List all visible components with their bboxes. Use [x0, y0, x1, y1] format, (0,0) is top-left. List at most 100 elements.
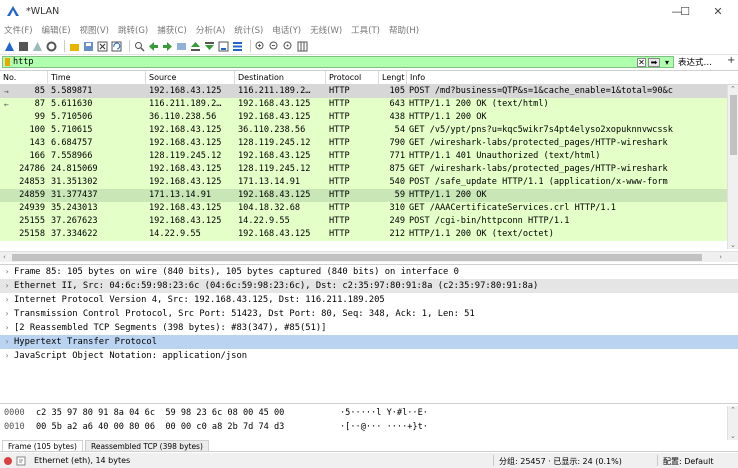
zoom-in-icon[interactable] — [255, 41, 266, 52]
tab-frame-bytes[interactable]: Frame (105 bytes) — [2, 440, 83, 451]
bytes-vertical-scrollbar[interactable]: ⌃ ⌄ — [727, 406, 738, 440]
capture-comment-icon[interactable] — [16, 456, 26, 466]
scroll-down-icon[interactable]: ⌄ — [730, 241, 736, 249]
menu-edit[interactable]: 编辑(E) — [42, 24, 71, 36]
clear-filter-icon[interactable]: ✕ — [637, 58, 646, 67]
column-header-destination[interactable]: Destination — [235, 71, 326, 85]
packet-list-vertical-scrollbar[interactable]: ⌃ ⌄ — [727, 85, 738, 249]
packet-row[interactable]: 143 6.684757 192.168.43.125 128.119.245.12 H… — [0, 137, 738, 150]
detail-tree-label: Ethernet II, Src: 04:6c:59:98:23:6c (04:… — [14, 281, 539, 291]
detail-tree-item[interactable]: › JavaScript Object Notation: application… — [0, 349, 738, 363]
first-packet-icon[interactable] — [190, 41, 201, 52]
scroll-up-icon[interactable]: ⌃ — [730, 85, 736, 93]
expression-button[interactable]: 表达式… — [678, 56, 712, 68]
expand-arrow-icon[interactable]: › — [0, 335, 14, 349]
detail-tree-item[interactable]: › Internet Protocol Version 4, Src: 192.1… — [0, 293, 738, 307]
menu-file[interactable]: 文件(F) — [4, 24, 33, 36]
menu-statistics[interactable]: 统计(S) — [234, 24, 263, 36]
start-capture-icon[interactable] — [4, 41, 15, 52]
open-file-icon[interactable] — [69, 41, 80, 52]
column-header-source[interactable]: Source — [146, 71, 235, 85]
column-header-length[interactable]: Lengt — [379, 71, 407, 85]
expert-info-icon[interactable] — [4, 456, 12, 465]
expand-arrow-icon[interactable]: › — [0, 293, 14, 307]
packet-row[interactable]: 25155 37.267623 192.168.43.125 14.22.9.55 HT… — [0, 215, 738, 228]
menu-help[interactable]: 帮助(H) — [389, 24, 419, 36]
scroll-down-icon[interactable]: ⌄ — [730, 432, 736, 440]
packet-row[interactable]: 24853 31.351302 192.168.43.125 171.13.14.91… — [0, 176, 738, 189]
zoom-out-icon[interactable] — [269, 41, 280, 52]
capture-options-icon[interactable] — [46, 41, 57, 52]
packet-row[interactable]: 100 5.710615 192.168.43.125 36.110.238.56 HT… — [0, 124, 738, 137]
autoscroll-icon[interactable] — [218, 41, 229, 52]
packet-row[interactable]: 25158 37.334622 14.22.9.55 192.168.43.125 HT… — [0, 228, 738, 241]
expand-arrow-icon[interactable]: › — [0, 307, 14, 321]
scrollbar-thumb[interactable] — [12, 254, 702, 261]
packet-row[interactable]: → 85 5.589871 192.168.43.125 116.211.189.2… H… — [0, 85, 738, 98]
packet-cell-info: GET /wireshark-labs/protected_pages/HTTP… — [409, 138, 668, 148]
close-button[interactable]: ✕ — [698, 0, 738, 22]
expand-arrow-icon[interactable]: › — [0, 349, 14, 363]
packet-row[interactable]: 99 5.710506 36.110.238.56 192.168.43.125 HTT… — [0, 111, 738, 124]
filter-bookmark-icon[interactable] — [5, 58, 10, 66]
packet-cell-time: 37.334622 — [51, 229, 98, 239]
restart-capture-icon[interactable] — [32, 41, 43, 52]
go-back-icon[interactable] — [148, 41, 159, 52]
detail-tree-item[interactable]: › Frame 85: 105 bytes on wire (840 bits),… — [0, 265, 738, 279]
detail-tree-item[interactable]: › Hypertext Transfer Protocol — [0, 335, 738, 349]
menu-go[interactable]: 跳转(G) — [118, 24, 148, 36]
scroll-left-icon[interactable]: ‹ — [3, 253, 6, 261]
apply-filter-icon[interactable]: ➡ — [648, 58, 660, 67]
expand-arrow-icon[interactable]: › — [0, 265, 14, 279]
packet-cell-info: HTTP/1.1 200 OK — [409, 112, 487, 122]
packet-row[interactable]: 166 7.558966 128.119.245.12 192.168.43.125 H… — [0, 150, 738, 163]
close-file-icon[interactable] — [97, 41, 108, 52]
detail-tree-label: Frame 85: 105 bytes on wire (840 bits), … — [14, 267, 459, 277]
packet-row[interactable]: 24859 31.377437 171.13.14.91 192.168.43.125… — [0, 189, 738, 202]
menu-capture[interactable]: 捕获(C) — [157, 24, 187, 36]
packet-list-horizontal-scrollbar[interactable]: ‹ › — [0, 251, 738, 262]
filter-history-dropdown-icon[interactable]: ▾ — [662, 58, 672, 67]
menu-analyze[interactable]: 分析(A) — [196, 24, 225, 36]
column-header-no[interactable]: No. — [0, 71, 48, 85]
menu-wireless[interactable]: 无线(W) — [310, 24, 342, 36]
column-header-info[interactable]: Info — [407, 71, 727, 85]
find-packet-icon[interactable] — [134, 41, 145, 52]
scroll-up-icon[interactable]: ⌃ — [730, 406, 736, 414]
detail-tree-item[interactable]: › Ethernet II, Src: 04:6c:59:98:23:6c (04… — [0, 279, 738, 293]
hex-dump-row[interactable]: 0010 00 5b a2 a6 40 00 80 06 00 00 c0 a8 … — [0, 420, 738, 434]
menu-telephony[interactable]: 电话(Y) — [272, 24, 301, 36]
hex-dump-row[interactable]: 0000 c2 35 97 80 91 8a 04 6c 59 98 23 6c … — [0, 406, 738, 420]
scroll-right-icon[interactable]: › — [719, 253, 722, 261]
packet-cell-info: HTTP/1.1 200 OK (text/html) — [409, 99, 549, 109]
tab-reassembled-tcp[interactable]: Reassembled TCP (398 bytes) — [84, 440, 209, 451]
reload-icon[interactable] — [111, 41, 122, 52]
stop-capture-icon[interactable] — [18, 41, 29, 52]
detail-tree-item[interactable]: › [2 Reassembled TCP Segments (398 bytes)… — [0, 321, 738, 335]
packet-row[interactable]: ← 87 5.611630 116.211.189.2… 192.168.43.125 H… — [0, 98, 738, 111]
last-packet-icon[interactable] — [204, 41, 215, 52]
menu-tools[interactable]: 工具(T) — [351, 24, 380, 36]
profile-status[interactable]: 配置: Default — [663, 456, 713, 467]
packet-row[interactable]: 24939 35.243013 192.168.43.125 104.18.32.68… — [0, 202, 738, 215]
resize-columns-icon[interactable] — [297, 41, 308, 52]
expand-arrow-icon[interactable]: › — [0, 279, 14, 293]
packet-cell-time: 5.589871 — [51, 86, 93, 96]
detail-tree-label: [2 Reassembled TCP Segments (398 bytes):… — [14, 323, 327, 333]
go-forward-icon[interactable] — [162, 41, 173, 52]
go-to-packet-icon[interactable] — [176, 41, 187, 52]
menu-view[interactable]: 视图(V) — [80, 24, 109, 36]
detail-tree-item[interactable]: › Transmission Control Protocol, Src Port… — [0, 307, 738, 321]
colorize-icon[interactable] — [232, 41, 243, 52]
normal-size-icon[interactable] — [283, 41, 294, 52]
packet-cell-time: 5.710506 — [51, 112, 93, 122]
column-header-protocol[interactable]: Protocol — [326, 71, 379, 85]
packet-row[interactable]: 24786 24.815069 192.168.43.125 128.119.245.… — [0, 163, 738, 176]
save-file-icon[interactable] — [83, 41, 94, 52]
packet-cell-src: 128.119.245.12 — [149, 151, 222, 161]
column-header-time[interactable]: Time — [48, 71, 146, 85]
expand-arrow-icon[interactable]: › — [0, 321, 14, 335]
add-filter-button[interactable]: + — [727, 55, 735, 66]
display-filter-input[interactable] — [3, 57, 623, 67]
scrollbar-thumb[interactable] — [730, 95, 737, 155]
